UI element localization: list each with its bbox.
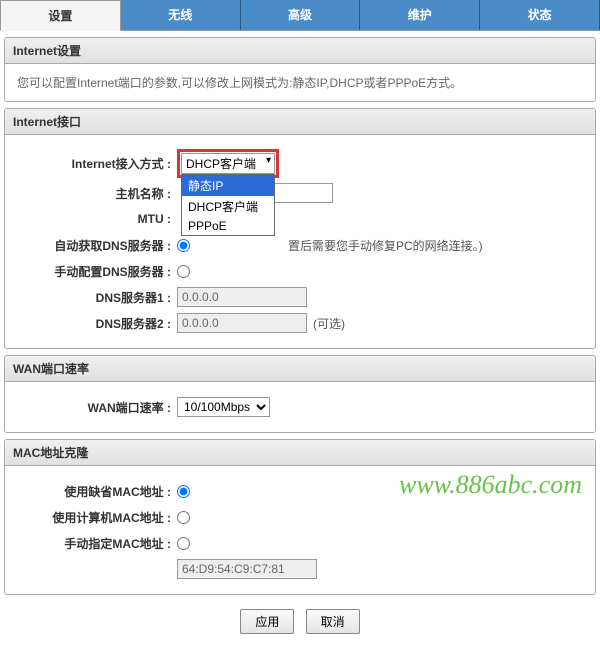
- host-name-label: 主机名称 :: [17, 185, 177, 202]
- section-internet-interface: Internet接口 Internet接入方式 : DHCP客户端 静态IP D…: [4, 108, 596, 349]
- dns2-input[interactable]: [177, 313, 307, 333]
- pc-mac-radio[interactable]: [177, 511, 190, 524]
- dns2-label: DNS服务器2 :: [17, 315, 177, 332]
- mtu-label: MTU :: [17, 212, 177, 226]
- apply-button[interactable]: 应用: [240, 609, 294, 634]
- section-mac-clone: MAC地址克隆 使用缺省MAC地址 : 使用计算机MAC地址 : 手动指定MAC…: [4, 439, 596, 595]
- section-title: MAC地址克隆: [5, 440, 595, 466]
- dns1-label: DNS服务器1 :: [17, 289, 177, 306]
- top-tabs: 设置 无线 高级 维护 状态: [0, 0, 600, 31]
- default-mac-radio[interactable]: [177, 485, 190, 498]
- manual-mac-radio[interactable]: [177, 537, 190, 550]
- internet-desc: 您可以配置Internet端口的参数,可以修改上网模式为:静态IP,DHCP或者…: [17, 74, 583, 91]
- option-static-ip[interactable]: 静态IP: [182, 175, 274, 196]
- dns2-hint: (可选): [313, 315, 345, 332]
- cancel-button[interactable]: 取消: [306, 609, 360, 634]
- tab-settings[interactable]: 设置: [0, 0, 121, 31]
- tab-status[interactable]: 状态: [480, 0, 600, 30]
- section-title: Internet接口: [5, 109, 595, 135]
- option-pppoe[interactable]: PPPoE: [182, 217, 274, 235]
- dns1-input[interactable]: [177, 287, 307, 307]
- action-buttons: 应用 取消: [0, 599, 600, 648]
- tab-wireless[interactable]: 无线: [121, 0, 241, 30]
- option-dhcp[interactable]: DHCP客户端: [182, 196, 274, 217]
- section-title: WAN端口速率: [5, 356, 595, 382]
- wan-speed-select[interactable]: 10/100Mbps: [177, 397, 270, 417]
- access-mode-dropdown[interactable]: DHCP客户端 静态IP DHCP客户端 PPPoE: [177, 149, 279, 178]
- tab-advanced[interactable]: 高级: [241, 0, 361, 30]
- auto-dns-label: 自动获取DNS服务器 :: [17, 237, 177, 254]
- manual-mac-label: 手动指定MAC地址 :: [17, 535, 177, 552]
- manual-dns-radio[interactable]: [177, 265, 190, 278]
- section-wan-speed: WAN端口速率 WAN端口速率 : 10/100Mbps: [4, 355, 596, 433]
- access-mode-options: 静态IP DHCP客户端 PPPoE: [181, 174, 275, 236]
- manual-mac-input[interactable]: [177, 559, 317, 579]
- host-name-input[interactable]: [273, 183, 333, 203]
- auto-dns-radio[interactable]: [177, 239, 190, 252]
- default-mac-label: 使用缺省MAC地址 :: [17, 483, 177, 500]
- wan-speed-label: WAN端口速率 :: [17, 399, 177, 416]
- auto-dns-hint: 置后需要您手动修复PC的网络连接。): [288, 237, 483, 254]
- access-mode-selected[interactable]: DHCP客户端: [181, 153, 275, 174]
- manual-dns-label: 手动配置DNS服务器 :: [17, 263, 177, 280]
- access-mode-label: Internet接入方式 :: [17, 155, 177, 172]
- section-title: Internet设置: [5, 38, 595, 64]
- pc-mac-label: 使用计算机MAC地址 :: [17, 509, 177, 526]
- section-internet-settings: Internet设置 您可以配置Internet端口的参数,可以修改上网模式为:…: [4, 37, 596, 102]
- tab-maintenance[interactable]: 维护: [360, 0, 480, 30]
